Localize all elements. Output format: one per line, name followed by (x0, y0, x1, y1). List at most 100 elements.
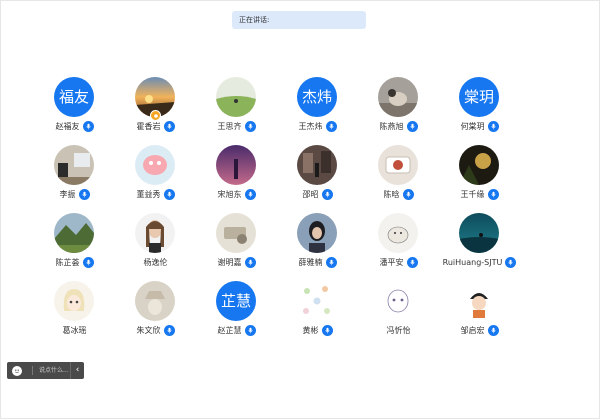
mic-icon[interactable] (82, 121, 94, 132)
mic-icon[interactable] (163, 325, 175, 336)
participant-tile[interactable]: 福友 赵福友 (34, 77, 115, 145)
mic-icon[interactable] (244, 325, 256, 336)
grassland-photo (216, 77, 256, 117)
participant-tile[interactable]: 黄彬 (277, 281, 358, 349)
participant-name: 邹启宏 (460, 326, 485, 335)
participant-name: 葛冰瑶 (62, 326, 87, 335)
boy-cartoon-photo (459, 281, 499, 321)
cartoon-photo (135, 145, 175, 185)
purple-night-photo (216, 145, 256, 185)
participant-tile[interactable]: 陈晗 (358, 145, 439, 213)
participant-tile[interactable]: 杨逸伦 (115, 213, 196, 281)
mic-icon[interactable] (505, 257, 517, 268)
participant-tile[interactable]: 谢明嘉 (196, 213, 277, 281)
street-photo (297, 145, 337, 185)
participant-name: 赵福友 (55, 122, 80, 131)
participant-name: 赵芷慧 (217, 326, 242, 335)
participant-name: 霍香岩 (136, 122, 161, 131)
mic-icon[interactable] (244, 189, 256, 200)
mic-icon[interactable] (163, 121, 175, 132)
participant-name: 王杰炜 (298, 122, 323, 131)
dark-forest-photo (459, 145, 499, 185)
chat-input[interactable]: 说点什么... (32, 366, 70, 375)
participant-name: 朱文欣 (136, 326, 161, 335)
participant-tile[interactable]: 杰炜 王杰炜 (277, 77, 358, 145)
mic-icon[interactable] (487, 121, 499, 132)
participant-tile[interactable]: 芷慧 赵芷慧 (196, 281, 277, 349)
participant-name: 宋旭东 (217, 190, 242, 199)
mic-icon[interactable] (487, 189, 499, 200)
participant-tile[interactable]: 董益秀 (115, 145, 196, 213)
participant-tile[interactable]: RuiHuang-SJTU (439, 213, 520, 281)
mic-icon[interactable] (406, 121, 418, 132)
participant-tile[interactable]: 潘平安 (358, 213, 439, 281)
participant-tile[interactable]: 宋旭东 (196, 145, 277, 213)
sea-photo (459, 213, 499, 253)
woman-portrait-photo (135, 213, 175, 253)
mic-icon[interactable] (321, 325, 333, 336)
plate-photo (378, 145, 418, 185)
smile-icon[interactable] (12, 365, 22, 376)
mic-icon[interactable] (487, 325, 499, 336)
line-drawing-photo (378, 281, 418, 321)
participant-name: 潘平安 (379, 258, 404, 267)
participant-tile[interactable]: 冯忻怡 (358, 281, 439, 349)
participant-name: 王千缘 (460, 190, 485, 199)
participant-tile[interactable]: 李振 (34, 145, 115, 213)
mic-icon[interactable] (82, 257, 94, 268)
dog-photo (378, 77, 418, 117)
participant-name: 董益秀 (136, 190, 161, 199)
mic-icon[interactable] (321, 189, 333, 200)
mic-icon[interactable] (163, 189, 175, 200)
participant-name: 陈芷荟 (55, 258, 80, 267)
participant-tile[interactable]: 霍香岩 (115, 77, 196, 145)
mic-icon[interactable] (325, 257, 337, 268)
participant-name: 陈燕旭 (379, 122, 404, 131)
participant-tile[interactable]: 葛冰瑶 (34, 281, 115, 349)
badge-icon (150, 110, 161, 121)
participant-tile[interactable]: 棠玥 何棠玥 (439, 77, 520, 145)
participant-tile[interactable]: 陈芷荟 (34, 213, 115, 281)
mic-icon[interactable] (325, 121, 337, 132)
sketch-photo (216, 213, 256, 253)
chat-input-bar[interactable]: 说点什么... ‹ (7, 362, 84, 379)
avatar: 杰炜 (297, 77, 337, 117)
participant-tile[interactable]: 邹启宏 (439, 281, 520, 349)
participant-name: 杨逸伦 (143, 258, 168, 267)
participant-tile[interactable]: 薛雅楠 (277, 213, 358, 281)
mic-icon[interactable] (402, 189, 414, 200)
anime-girl-photo (54, 281, 94, 321)
participant-tile[interactable]: 王思齐 (196, 77, 277, 145)
participant-name: 王思齐 (217, 122, 242, 131)
participant-tile[interactable]: 陈燕旭 (358, 77, 439, 145)
classroom-photo (54, 145, 94, 185)
participant-tile[interactable]: 王千缘 (439, 145, 520, 213)
mic-icon[interactable] (244, 121, 256, 132)
participant-name: 冯忻怡 (386, 326, 411, 335)
mountain-photo (54, 213, 94, 253)
participant-name: 陈晗 (383, 190, 400, 199)
participant-tile[interactable]: 邵昭 (277, 145, 358, 213)
participant-tile[interactable]: 朱文欣 (115, 281, 196, 349)
girl-photo (297, 213, 337, 253)
hat-drawing-photo (135, 281, 175, 321)
participant-name: 李振 (59, 190, 76, 199)
participant-grid: 福友 赵福友 霍香岩 王思齐 杰炜 王杰炜 陈燕旭 棠玥 何棠玥 李振 董益秀 … (34, 77, 520, 349)
mic-icon[interactable] (78, 189, 90, 200)
cat-drawing-photo (378, 213, 418, 253)
pattern-photo (297, 281, 337, 321)
mic-icon[interactable] (244, 257, 256, 268)
avatar: 芷慧 (216, 281, 256, 321)
speaking-indicator: 正在讲话: (232, 11, 366, 29)
mic-icon[interactable] (406, 257, 418, 268)
participant-name: 何棠玥 (460, 122, 485, 131)
participant-name: RuiHuang-SJTU (442, 258, 503, 267)
avatar: 棠玥 (459, 77, 499, 117)
participant-name: 谢明嘉 (217, 258, 242, 267)
participant-name: 薛雅楠 (298, 258, 323, 267)
participant-name: 黄彬 (302, 326, 319, 335)
avatar: 福友 (54, 77, 94, 117)
speaking-label: 正在讲话: (239, 16, 270, 24)
chevron-left-icon[interactable]: ‹ (70, 362, 84, 379)
participant-name: 邵昭 (302, 190, 319, 199)
